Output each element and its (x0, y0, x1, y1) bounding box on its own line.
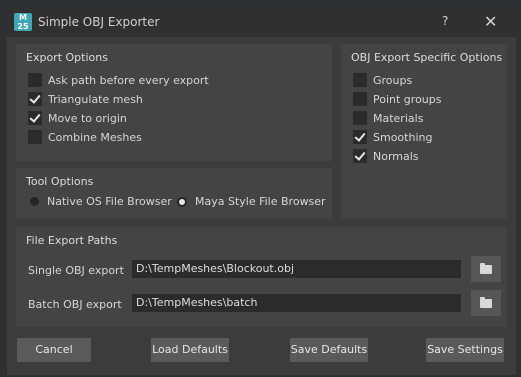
checkbox-normals[interactable]: Normals (353, 149, 419, 163)
checkbox-point-groups[interactable]: Point groups (353, 92, 442, 106)
single-browse-button[interactable] (471, 256, 501, 282)
obj-options-panel: OBJ Export Specific Options Groups Point… (341, 44, 507, 219)
checkbox-groups[interactable]: Groups (353, 73, 412, 87)
checkbox-triangulate-mesh[interactable]: Triangulate mesh (28, 92, 143, 106)
folder-icon (480, 296, 492, 308)
checkbox-label: Smoothing (373, 130, 433, 144)
file-paths-title: File Export Paths (26, 234, 118, 247)
checkbox-label: Combine Meshes (48, 130, 142, 144)
file-paths-panel: File Export Paths Single OBJ export D:\T… (16, 227, 507, 327)
checkbox-label: Normals (373, 149, 419, 163)
checkbox-ask-path[interactable]: Ask path before every export (28, 73, 209, 87)
checkbox-label: Move to origin (48, 111, 127, 125)
checkbox-label: Materials (373, 111, 424, 125)
checkbox-materials[interactable]: Materials (353, 111, 423, 125)
radio-button[interactable] (30, 197, 39, 206)
single-export-label: Single OBJ export (28, 264, 124, 277)
load-defaults-button[interactable]: Load Defaults (151, 338, 229, 362)
checkbox-box[interactable] (353, 73, 367, 87)
single-export-path-input[interactable]: D:\TempMeshes\Blockout.obj (132, 260, 461, 278)
maya-app-icon: M 25 (14, 13, 32, 31)
tool-options-panel: Tool Options Native OS File Browser Maya… (16, 168, 332, 219)
save-settings-button[interactable]: Save Settings (426, 338, 504, 362)
checkbox-box[interactable] (353, 130, 367, 144)
checkbox-box[interactable] (28, 111, 42, 125)
checkbox-combine-meshes[interactable]: Combine Meshes (28, 130, 142, 144)
batch-browse-button[interactable] (471, 290, 501, 316)
checkbox-label: Point groups (373, 92, 442, 106)
radio-label: Maya Style File Browser (195, 195, 326, 208)
checkbox-box[interactable] (353, 92, 367, 106)
checkbox-box[interactable] (353, 149, 367, 163)
obj-options-title: OBJ Export Specific Options (351, 51, 503, 64)
window-title: Simple OBJ Exporter (38, 15, 160, 29)
help-button[interactable]: ? (442, 14, 448, 28)
radio-label: Native OS File Browser (47, 195, 172, 208)
export-options-title: Export Options (26, 51, 108, 64)
radio-maya-browser[interactable]: Maya Style File Browser (177, 195, 326, 208)
checkbox-box[interactable] (28, 92, 42, 106)
tool-options-title: Tool Options (26, 175, 94, 188)
checkbox-label: Triangulate mesh (48, 92, 143, 106)
folder-icon (480, 262, 492, 274)
checkbox-label: Groups (373, 73, 413, 87)
checkbox-box[interactable] (28, 130, 42, 144)
checkbox-move-to-origin[interactable]: Move to origin (28, 111, 127, 125)
exporter-window: M 25 Simple OBJ Exporter ? ✕ Export Optio… (7, 7, 516, 375)
batch-export-label: Batch OBJ export (28, 298, 122, 311)
radio-native-browser[interactable]: Native OS File Browser (30, 195, 172, 208)
cancel-button[interactable]: Cancel (17, 338, 91, 362)
radio-button[interactable] (177, 196, 187, 207)
title-bar[interactable]: M 25 Simple OBJ Exporter ? ✕ (7, 7, 516, 37)
checkbox-box[interactable] (28, 73, 42, 87)
save-defaults-button[interactable]: Save Defaults (290, 338, 368, 362)
checkbox-label: Ask path before every export (48, 73, 209, 87)
close-icon[interactable]: ✕ (484, 12, 497, 31)
export-options-panel: Export Options Ask path before every exp… (16, 44, 332, 161)
batch-export-path-input[interactable]: D:\TempMeshes\batch (132, 294, 461, 312)
checkbox-box[interactable] (353, 111, 367, 125)
checkbox-smoothing[interactable]: Smoothing (353, 130, 432, 144)
